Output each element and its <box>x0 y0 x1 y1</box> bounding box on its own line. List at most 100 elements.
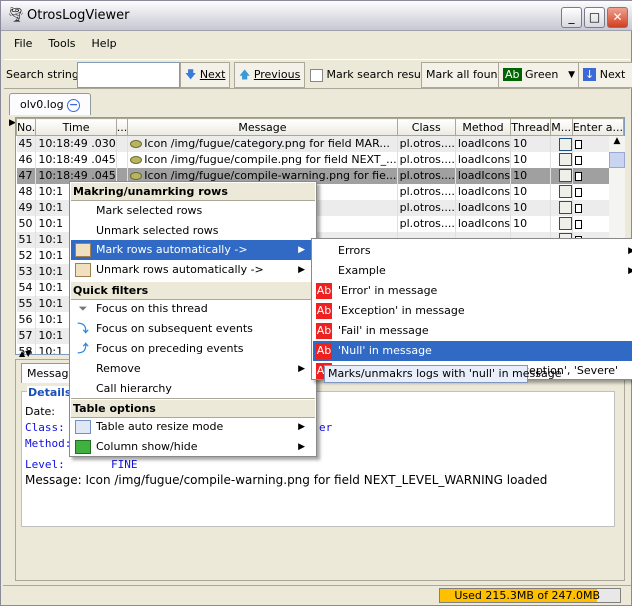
mark-checkbox[interactable] <box>558 153 572 167</box>
minimize-button[interactable]: _ <box>561 7 582 28</box>
cell-method: loadIcons <box>455 199 512 216</box>
cell-message: Icon /img/fugue/category.png for field M… <box>127 135 398 152</box>
mark-cell[interactable] <box>550 167 573 184</box>
submenu-error-in-message[interactable]: Ab 'Error' in message <box>313 281 632 301</box>
menu-focus-thread[interactable]: ⏷ Focus on this thread <box>71 299 315 319</box>
mark-checkbox[interactable] <box>558 169 572 183</box>
cell-no: 47 <box>16 167 37 184</box>
mark-checkbox[interactable] <box>558 137 572 151</box>
submenu-fail-in-message[interactable]: Ab 'Fail' in message <box>313 321 632 341</box>
cell-class: pl.otros.... <box>397 183 456 200</box>
table-row[interactable]: 45 10:18:49 .030 Icon /img/fugue/category.… <box>16 135 624 152</box>
menu-focus-subsequent[interactable]: ⤵ Focus on subsequent events <box>71 319 315 339</box>
column-header[interactable]: No. <box>16 118 37 136</box>
cell-class: pl.otros.... <box>397 151 456 168</box>
note-icon <box>574 203 582 213</box>
menu-help[interactable]: Help <box>92 34 117 54</box>
column-header[interactable]: Message <box>127 118 398 136</box>
mark-all-found-button[interactable]: Mark all found <box>421 62 510 88</box>
submenu-example[interactable]: Example ▶ <box>313 261 632 281</box>
tab-olv0-log[interactable]: olv0.log − <box>9 93 91 115</box>
remove-icon[interactable]: − <box>67 99 81 112</box>
tooltip: Marks/unmakrs logs with 'null' in messag… <box>324 365 561 383</box>
column-header[interactable]: Enter a... <box>571 118 624 136</box>
color-select[interactable]: Ab Green ▼ <box>498 62 580 88</box>
title-bar: 🌪 OtrosLogViewer _ □ ✕ <box>1 1 632 31</box>
color-badge: Ab <box>503 68 522 81</box>
memory-usage-bar[interactable]: Used 215.3MB of 247.0MB <box>439 588 621 603</box>
cell-no: 50 <box>16 215 37 232</box>
mark-checkbox[interactable] <box>558 185 572 199</box>
mark-cell[interactable] <box>550 215 573 232</box>
ab-badge-icon: Ab <box>316 303 332 319</box>
close-button[interactable]: ✕ <box>607 7 628 28</box>
menu-call-hierarchy[interactable]: Call hierarchy <box>71 379 315 399</box>
search-label: Search string: <box>6 68 83 81</box>
menu-focus-preceding[interactable]: ⤴ Focus on preceding events <box>71 339 315 359</box>
submenu-exception-in-message[interactable]: Ab 'Exception' in message <box>313 301 632 321</box>
menu-unmark-auto[interactable]: Unmark rows automatically -> ▶ <box>71 260 315 280</box>
submenu-arrow-icon: ▶ <box>298 265 305 275</box>
table-row[interactable]: 46 10:18:49 .045 Icon /img/fugue/compile.p… <box>16 151 624 168</box>
submenu-null-in-message[interactable]: Ab 'Null' in message <box>313 341 632 361</box>
maximize-button[interactable]: □ <box>584 7 605 28</box>
menu-auto-resize[interactable]: Table auto resize mode ▶ <box>71 417 315 437</box>
cell-no: 54 <box>16 279 37 296</box>
ab-badge-icon: Ab <box>316 323 332 339</box>
mark-checkbox[interactable] <box>558 217 572 231</box>
note-icon <box>574 219 582 229</box>
cell-no: 45 <box>16 135 37 152</box>
previous-button[interactable]: 🡅 Previous <box>234 62 306 88</box>
submenu-errors[interactable]: Errors ▶ <box>313 241 632 261</box>
next-color-button[interactable]: ↓ Next <box>578 62 632 88</box>
mark-checkbox[interactable] <box>558 201 572 215</box>
level-cell <box>116 135 129 152</box>
menu-file[interactable]: File <box>14 34 32 54</box>
column-header[interactable]: ... <box>115 118 129 136</box>
scroll-up-icon[interactable]: ▲ <box>609 136 625 152</box>
menu-tools[interactable]: Tools <box>48 34 75 54</box>
submenu-arrow-icon: ▶ <box>628 266 632 276</box>
arrow-down-icon: ↓ <box>583 68 597 81</box>
next-button[interactable]: 🡇 Next <box>180 62 231 88</box>
menu-unmark-selected[interactable]: Unmark selected rows <box>71 221 315 241</box>
mark-search-result-checkbox[interactable]: Mark search result <box>310 68 428 82</box>
submenu-arrow-icon: ▶ <box>298 422 305 432</box>
menu-column-show-hide[interactable]: Column show/hide ▶ <box>71 437 315 457</box>
cell-no: 49 <box>16 199 37 216</box>
split-arrows-icon[interactable]: ▲▼ <box>19 349 31 358</box>
mark-cell[interactable] <box>550 183 573 200</box>
submenu-arrow-icon: ▶ <box>298 442 305 452</box>
submenu-arrow-icon: ▶ <box>298 245 305 255</box>
level-fine-icon <box>130 140 143 149</box>
clipboard-remove-icon <box>75 263 91 277</box>
cell-time: 10:18:49 .030 <box>35 135 117 152</box>
level-label: Level: <box>25 458 65 471</box>
checkbox-box[interactable] <box>310 68 323 82</box>
column-header[interactable]: Thread <box>510 118 551 136</box>
column-header[interactable]: Method <box>454 118 512 136</box>
class-value: er <box>319 421 333 434</box>
cell-time: 10:18:49 .045 <box>35 151 117 168</box>
tab-message[interactable]: Message <box>21 363 75 383</box>
mark-cell[interactable] <box>550 135 573 152</box>
columns-icon <box>75 440 91 454</box>
cell-no: 46 <box>16 151 37 168</box>
level-fine-icon <box>130 172 143 180</box>
context-menu: Makring/unamrking rows Mark selected row… <box>69 181 317 457</box>
mark-cell[interactable] <box>550 151 573 168</box>
menu-mark-selected[interactable]: Mark selected rows <box>71 201 315 221</box>
column-header[interactable]: Time <box>35 118 117 136</box>
cell-thread: 10 <box>510 151 551 168</box>
scroll-thumb[interactable] <box>609 152 625 168</box>
search-input[interactable] <box>77 62 180 88</box>
mark-cell[interactable] <box>550 199 573 216</box>
class-label: Class: <box>25 421 65 434</box>
window-title: OtrosLogViewer <box>27 8 130 23</box>
level-value: FINE <box>111 458 138 471</box>
menu-mark-auto[interactable]: Mark rows automatically -> ▶ <box>71 240 315 260</box>
cell-method: loadIcons <box>455 215 512 232</box>
column-header[interactable]: M... <box>549 118 573 136</box>
menu-remove[interactable]: Remove ▶ <box>71 359 315 379</box>
column-header[interactable]: Class <box>396 118 456 136</box>
